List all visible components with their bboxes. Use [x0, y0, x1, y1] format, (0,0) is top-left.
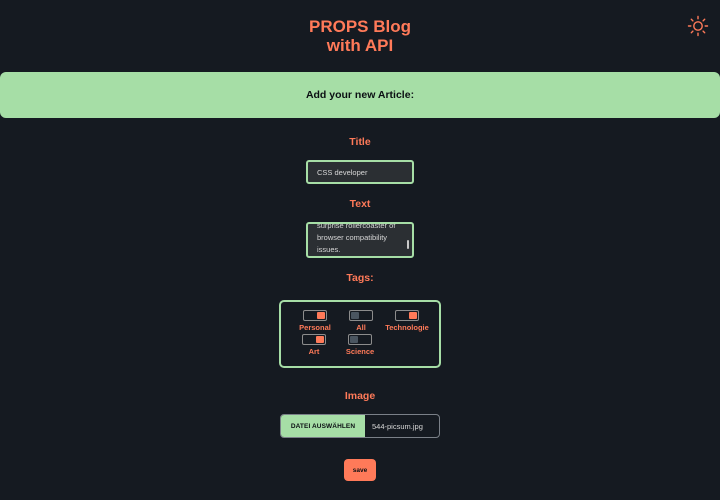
tags-group: Personal All Technologie Art Science — [279, 300, 441, 368]
tag-technologie[interactable]: Technologie — [377, 310, 437, 332]
image-file-picker[interactable]: DATEI AUSWÄHLEN 544-picsum.jpg — [280, 414, 440, 438]
page: PROPS Blog with API Add your new Article… — [0, 0, 720, 500]
tag-technologie-switch[interactable] — [395, 310, 419, 321]
switch-knob — [409, 312, 417, 319]
switch-knob — [317, 312, 325, 319]
app-title-line2: with API — [326, 36, 394, 55]
selected-file-name: 544-picsum.jpg — [372, 421, 423, 431]
switch-knob — [351, 312, 359, 319]
switch-knob — [316, 336, 324, 343]
title-label: Title — [349, 136, 371, 148]
tag-science-label: Science — [345, 347, 375, 356]
text-area[interactable]: surprise rollercoaster of browser compat… — [306, 222, 414, 258]
banner-text: Add your new Article: — [305, 89, 415, 101]
tag-art-switch[interactable] — [302, 334, 326, 345]
theme-toggle-button[interactable] — [686, 14, 710, 38]
text-area-scrollbar[interactable] — [407, 240, 409, 249]
tag-all-switch[interactable] — [349, 310, 373, 321]
add-article-banner: Add your new Article: — [0, 72, 720, 118]
sun-icon — [687, 15, 709, 37]
switch-knob — [350, 336, 358, 343]
app-title-line1: PROPS Blog — [308, 17, 411, 36]
app-title: PROPS Blog with API — [0, 17, 720, 55]
tag-technologie-label: Technologie — [385, 323, 429, 332]
tag-personal-switch[interactable] — [303, 310, 327, 321]
choose-file-button[interactable]: DATEI AUSWÄHLEN — [281, 415, 365, 437]
tags-label: Tags: — [346, 272, 374, 284]
text-label: Text — [349, 198, 371, 210]
save-button[interactable]: save — [344, 459, 376, 481]
tag-science-switch[interactable] — [348, 334, 372, 345]
title-input[interactable] — [306, 160, 414, 184]
text-area-content: surprise rollercoaster of browser compat… — [317, 222, 396, 254]
image-label: Image — [344, 390, 376, 402]
tag-science[interactable]: Science — [330, 334, 390, 356]
